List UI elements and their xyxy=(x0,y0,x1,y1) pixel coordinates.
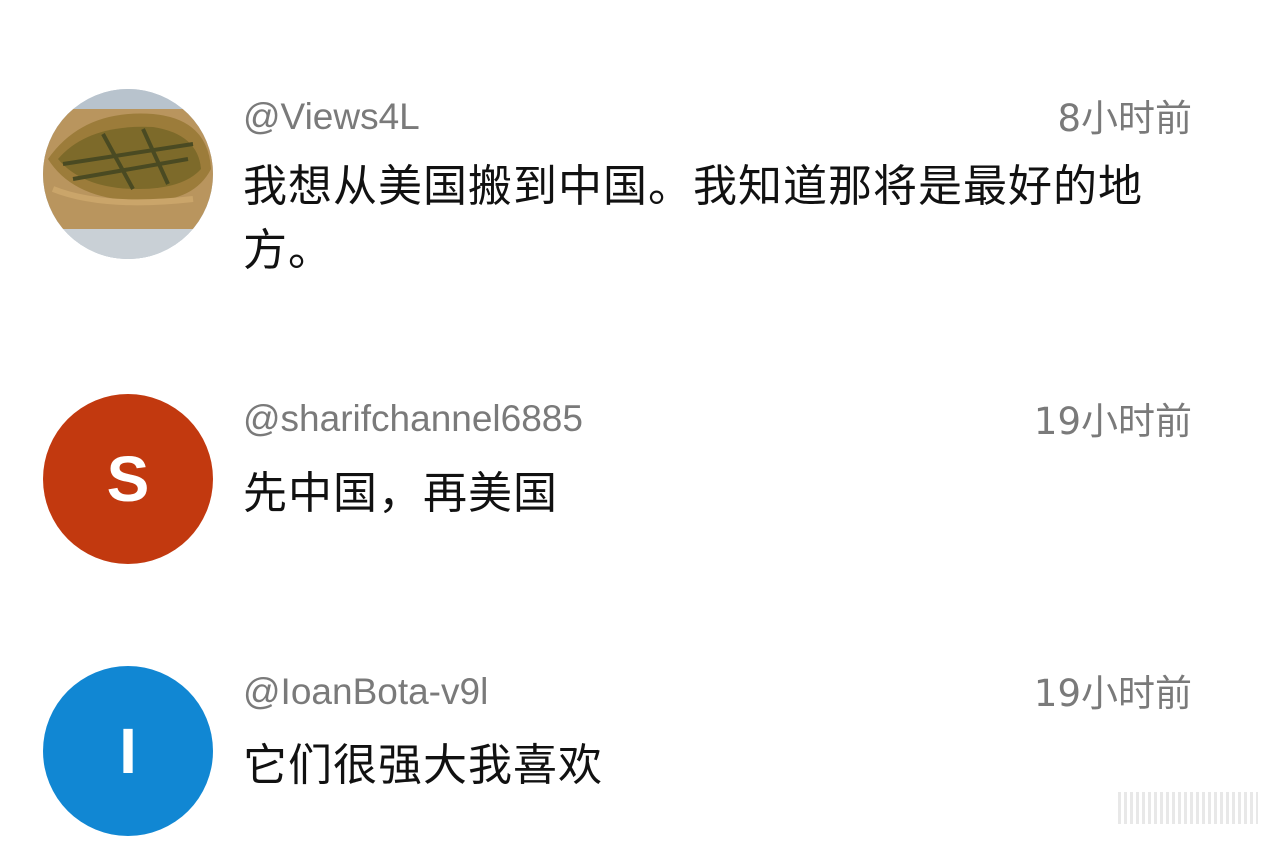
comment-author[interactable]: @sharifchannel6885 xyxy=(243,400,583,437)
comment-time: 8小时前 xyxy=(1057,97,1192,140)
avatar[interactable]: I xyxy=(43,666,213,836)
comment-author[interactable]: @Views4L xyxy=(243,98,420,135)
comment-author[interactable]: @IoanBota-v9l xyxy=(243,673,488,710)
avatar-letter: I xyxy=(119,715,137,787)
avatar[interactable]: S xyxy=(43,394,213,564)
watermark xyxy=(1118,792,1258,824)
avatar-letter: S xyxy=(106,443,150,515)
comment-time: 19小时前 xyxy=(1033,400,1192,443)
avatar[interactable] xyxy=(43,89,213,259)
comment-text: 我想从美国搬到中国。我知道那将是最好的地方。 xyxy=(243,161,1143,276)
comment-text: 先中国，再美国 xyxy=(243,468,558,519)
bread-photo-icon xyxy=(43,89,213,259)
comment-time: 19小时前 xyxy=(1033,672,1192,715)
comment-text: 它们很强大我喜欢 xyxy=(243,740,603,791)
